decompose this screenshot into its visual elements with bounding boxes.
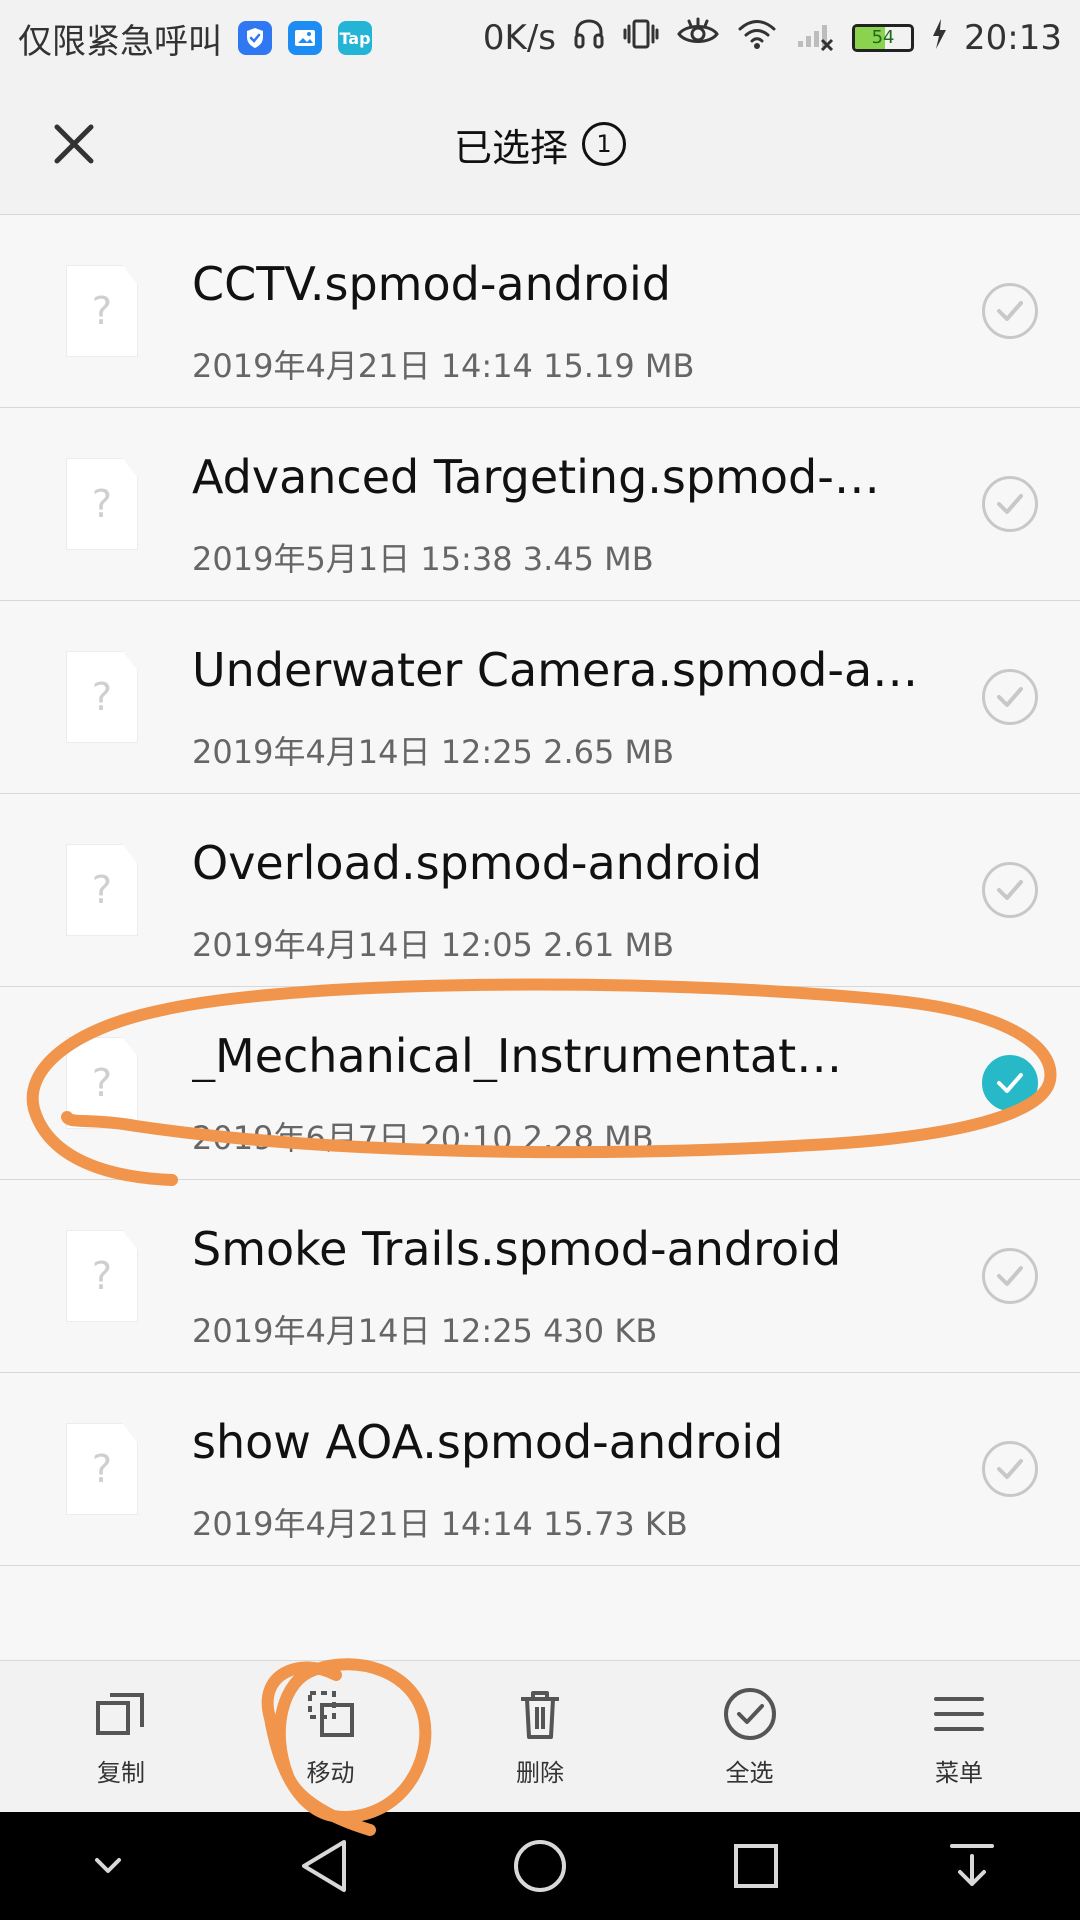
select-check[interactable] xyxy=(982,1248,1038,1304)
clock: 20:13 xyxy=(964,18,1062,58)
battery-icon: 54 xyxy=(852,24,915,52)
selected-count: 1 xyxy=(596,130,612,158)
file-meta: 2019年5月1日 15:38 3.45 MB xyxy=(192,540,654,578)
file-meta: 2019年4月14日 12:05 2.61 MB xyxy=(192,926,675,964)
battery-level: 54 xyxy=(871,27,895,48)
checkmark-icon xyxy=(997,1073,1023,1093)
move-button[interactable]: 移动 xyxy=(246,1661,416,1812)
action-bar: 复制 移动 删除 全选 菜单 xyxy=(0,1660,1080,1812)
shield-icon xyxy=(238,21,272,55)
select-check[interactable] xyxy=(982,476,1038,532)
unknown-file-icon: ? xyxy=(66,1230,138,1322)
file-name: _Mechanical_Instrumentat… xyxy=(192,1031,843,1082)
select-all-button[interactable]: 全选 xyxy=(665,1661,835,1812)
checkmark-icon xyxy=(997,301,1023,321)
select-check[interactable] xyxy=(982,669,1038,725)
file-meta: 2019年6月7日 20:10 2.28 MB xyxy=(192,1119,654,1157)
delete-label: 删除 xyxy=(516,1759,564,1787)
tap-label: Tap xyxy=(339,28,371,48)
network-speed: 0K/s xyxy=(482,18,557,58)
unknown-file-icon: ? xyxy=(66,1423,138,1515)
file-name: Underwater Camera.spmod-a… xyxy=(192,645,919,696)
file-row[interactable]: ? Overload.spmod-android 2019年4月14日 12:0… xyxy=(0,794,1080,987)
gallery-icon xyxy=(288,21,322,55)
page-title: 已选择 1 xyxy=(0,114,1080,174)
select-check[interactable] xyxy=(982,862,1038,918)
delete-icon xyxy=(521,1691,559,1739)
select-check[interactable] xyxy=(982,283,1038,339)
checkmark-icon xyxy=(997,494,1023,514)
menu-button[interactable]: 菜单 xyxy=(874,1661,1044,1812)
checkmark-icon xyxy=(997,880,1023,900)
recents-icon xyxy=(734,1844,778,1888)
selected-count-badge: 1 xyxy=(582,122,626,166)
file-meta: 2019年4月14日 12:25 2.65 MB xyxy=(192,733,675,771)
selected-label: 已选择 xyxy=(453,125,568,170)
select-all-label: 全选 xyxy=(725,1759,774,1787)
file-row[interactable]: ? Advanced Targeting.spmod-… 2019年5月1日 1… xyxy=(0,408,1080,601)
file-name: CCTV.spmod-android xyxy=(192,259,671,310)
file-row[interactable]: ? Underwater Camera.spmod-a… 2019年4月14日 … xyxy=(0,601,1080,794)
unknown-file-icon: ? xyxy=(66,265,138,357)
copy-label: 复制 xyxy=(97,1759,145,1787)
emergency-call-status: 仅限紧急呼叫 xyxy=(18,21,222,62)
wifi-icon xyxy=(736,17,778,60)
delete-button[interactable]: 删除 xyxy=(455,1661,625,1812)
file-list: ? CCTV.spmod-android 2019年4月21日 14:14 15… xyxy=(0,215,1080,1566)
back-icon xyxy=(302,1840,346,1892)
file-row[interactable]: ? Smoke Trails.spmod-android 2019年4月14日 … xyxy=(0,1180,1080,1373)
headphones-icon xyxy=(572,17,606,60)
file-name: show AOA.spmod-android xyxy=(192,1417,784,1468)
vibrate-icon xyxy=(622,17,660,60)
file-meta: 2019年4月14日 12:25 430 KB xyxy=(192,1312,658,1350)
copy-icon xyxy=(96,1693,144,1735)
select-check[interactable] xyxy=(982,1441,1038,1497)
file-row[interactable]: ? CCTV.spmod-android 2019年4月21日 14:14 15… xyxy=(0,215,1080,408)
file-name: Overload.spmod-android xyxy=(192,838,763,889)
selected-check[interactable] xyxy=(982,1055,1038,1111)
menu-label: 菜单 xyxy=(935,1759,983,1787)
status-left: 仅限紧急呼叫 Tap xyxy=(18,14,372,63)
checkmark-icon xyxy=(997,1459,1023,1479)
nav-collapse-button[interactable] xyxy=(63,1821,153,1911)
chevron-down-icon xyxy=(95,1858,121,1873)
home-button[interactable] xyxy=(495,1821,585,1911)
file-row[interactable]: ? show AOA.spmod-android 2019年4月21日 14:1… xyxy=(0,1373,1080,1566)
notification-pull-button[interactable] xyxy=(927,1821,1017,1911)
recents-button[interactable] xyxy=(711,1821,801,1911)
unknown-file-icon: ? xyxy=(66,1037,138,1129)
notification-pull-icon xyxy=(950,1844,994,1886)
unknown-file-icon: ? xyxy=(66,458,138,550)
unknown-file-icon: ? xyxy=(66,844,138,936)
file-name: Advanced Targeting.spmod-… xyxy=(192,452,880,503)
file-row-selected[interactable]: ? _Mechanical_Instrumentat… 2019年6月7日 20… xyxy=(0,987,1080,1180)
file-meta: 2019年4月21日 14:14 15.19 MB xyxy=(192,347,695,385)
file-meta: 2019年4月21日 14:14 15.73 KB xyxy=(192,1505,688,1543)
cellular-signal-icon xyxy=(794,17,836,60)
status-bar: 仅限紧急呼叫 Tap 0K/s 54 20:13 xyxy=(0,0,1080,76)
unknown-file-icon: ? xyxy=(66,651,138,743)
file-name: Smoke Trails.spmod-android xyxy=(192,1224,842,1275)
checkmark-icon xyxy=(997,1266,1023,1286)
eye-icon xyxy=(676,17,720,60)
checkmark-icon xyxy=(997,687,1023,707)
charging-icon xyxy=(930,17,948,60)
selection-header: 已选择 1 xyxy=(0,76,1080,215)
android-navigation-bar xyxy=(0,1812,1080,1920)
tap-icon: Tap xyxy=(338,21,372,55)
select-all-icon xyxy=(723,1688,776,1740)
copy-button[interactable]: 复制 xyxy=(36,1661,206,1812)
back-button[interactable] xyxy=(279,1821,369,1911)
menu-icon xyxy=(934,1697,984,1731)
status-right: 0K/s 54 20:13 xyxy=(483,17,1062,60)
move-label: 移动 xyxy=(306,1759,355,1787)
home-icon xyxy=(514,1840,566,1892)
move-icon xyxy=(307,1691,354,1737)
